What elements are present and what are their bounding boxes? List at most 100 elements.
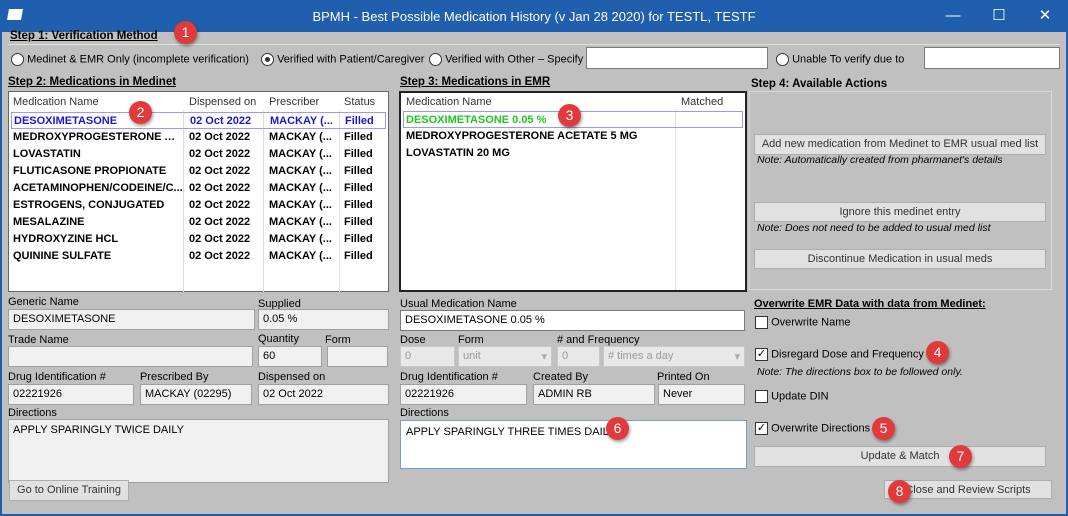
ignore-note: Note: Does not need to be added to usual… [757,222,991,234]
status: Filled [345,115,374,127]
radio-icon[interactable] [776,53,789,66]
emr-directions-input[interactable]: APPLY SPARINGLY THREE TIMES DAILY [400,420,747,469]
step3-heading: Step 3: Medications in EMR [400,76,551,88]
medinet-row[interactable]: ACETAMINOPHEN/CODEINE/C... 02 Oct 2022 MAC… [11,180,386,197]
radio-unable-verify[interactable]: Unable To verify due to [776,53,904,66]
disregard-dose-checkbox[interactable]: ✓ Disregard Dose and Frequency [755,348,924,361]
medinet-row[interactable]: FLUTICASONE PROPIONATE 02 Oct 2022 MACKAY … [11,163,386,180]
trade-name-field [8,346,253,367]
prescriber: MACKAY (... [269,148,332,160]
checkbox-label: Update DIN [771,390,829,403]
medinet-row[interactable]: ESTROGENS, CONJUGATED 02 Oct 2022 MACKAY (… [11,197,386,214]
usual-med-name-input[interactable]: DESOXIMETASONE 0.05 % [400,310,745,331]
status: Filled [344,199,373,211]
prescriber: MACKAY (... [269,216,332,228]
emr-din-field: 02221926 [400,384,527,405]
frequency-number-input[interactable]: 0 [557,346,600,367]
checkmark-icon[interactable]: ✓ [755,422,768,435]
checkbox-icon[interactable] [755,316,768,329]
radio-medinet-emr-only[interactable]: Medinet & EMR Only (incomplete verificat… [11,53,249,66]
medinet-row[interactable]: HYDROXYZINE HCL 02 Oct 2022 MACKAY (... Fil… [11,231,386,248]
checkbox-label: Overwrite Directions [771,422,871,435]
dispensed-date: 02 Oct 2022 [190,115,252,127]
unable-verify-input[interactable] [924,47,1060,69]
radio-verified-patient[interactable]: Verified with Patient/Caregiver [261,53,424,66]
radio-icon[interactable] [11,53,24,66]
prescriber: MACKAY (... [269,199,332,211]
medinet-row[interactable]: MEDROXYPROGESTERONE AC... 02 Oct 2022 MACK… [11,129,386,146]
radio-verified-other[interactable]: Verified with Other – Specify [429,53,583,66]
prescriber: MACKAY (... [269,233,332,245]
frequency-label: # and Frequency [557,334,640,346]
column-header-matched[interactable]: Matched [681,96,723,108]
add-medication-button[interactable]: Add new medication from Medinet to EMR u… [754,134,1046,155]
form-field [327,346,388,367]
checkbox-label: Overwrite Name [771,316,851,329]
maximize-button[interactable]: ☐ [976,0,1022,32]
medinet-medication-list[interactable]: Medication Name Dispensed on Prescriber … [8,91,389,292]
generic-name-label: Generic Name [8,296,79,308]
overwrite-name-checkbox[interactable]: Overwrite Name [755,316,851,329]
radio-icon[interactable] [261,53,274,66]
emr-form-label: Form [458,334,484,346]
discontinue-button[interactable]: Discontinue Medication in usual meds [754,249,1046,269]
emr-row[interactable]: LOVASTATIN 20 MG [403,145,743,162]
frequency-select[interactable]: # times a day [603,346,745,367]
verified-other-input[interactable] [586,47,768,69]
online-training-button[interactable]: Go to Online Training [9,480,129,501]
din-field: 02221926 [8,384,134,405]
annotation-badge: 7 [949,445,972,468]
directions-label: Directions [8,407,57,419]
column-header-dispensed[interactable]: Dispensed on [189,96,256,108]
annotation-badge: 5 [872,417,895,440]
checkmark-icon[interactable]: ✓ [755,348,768,361]
status: Filled [344,250,373,262]
dispensed-date: 02 Oct 2022 [189,131,251,143]
title-bar: BPMH - Best Possible Medication History … [0,0,1068,32]
overwrite-directions-checkbox[interactable]: ✓ Overwrite Directions [755,422,870,435]
emr-din-label: Drug Identification # [400,371,498,383]
dispensed-date: 02 Oct 2022 [189,233,251,245]
checkbox-icon[interactable] [755,390,768,403]
medication-name: MESALAZINE [13,216,85,228]
status: Filled [344,165,373,177]
minimize-button[interactable]: — [930,0,976,32]
printed-on-field: Never [658,384,745,405]
update-din-checkbox[interactable]: Update DIN [755,390,829,403]
prescriber: MACKAY (... [269,131,332,143]
medinet-row[interactable]: LOVASTATIN 02 Oct 2022 MACKAY (... Filled [11,146,386,163]
medication-name: ACETAMINOPHEN/CODEINE/C... [13,182,183,194]
status: Filled [344,233,373,245]
dispensed-on-field: 02 Oct 2022 [258,384,389,405]
add-note: Note: Automatically created from pharman… [757,154,1003,166]
dose-input[interactable]: 0 [400,346,455,367]
dispensed-date: 02 Oct 2022 [189,182,251,194]
close-button[interactable]: ✕ [1022,0,1068,32]
printed-on-label: Printed On [657,371,710,383]
column-header-prescriber[interactable]: Prescriber [269,96,319,108]
annotation-badge: 2 [129,101,152,124]
status: Filled [344,131,373,143]
medinet-row[interactable]: DESOXIMETASONE 02 Oct 2022 MACKAY (... Fill… [11,112,386,129]
column-header-status[interactable]: Status [344,96,375,108]
update-match-button[interactable]: Update & Match [754,446,1046,467]
medinet-row[interactable]: QUININE SULFATE 02 Oct 2022 MACKAY (... Fil… [11,248,386,265]
emr-directions-label: Directions [400,407,449,419]
medication-name: MEDROXYPROGESTERONE ACETATE 5 MG [406,130,638,142]
radio-label: Unable To verify due to [792,53,905,66]
form-select[interactable]: unit [458,346,552,367]
dispensed-on-label: Dispensed on [258,371,326,383]
prescriber: MACKAY (... [270,115,333,127]
trade-name-label: Trade Name [8,334,69,346]
medinet-row[interactable]: MESALAZINE 02 Oct 2022 MACKAY (... Filled [11,214,386,231]
checkbox-label: Disregard Dose and Frequency [771,348,924,361]
dispensed-date: 02 Oct 2022 [189,250,251,262]
radio-label: Verified with Patient/Caregiver [277,53,425,66]
emr-row[interactable]: MEDROXYPROGESTERONE ACETATE 5 MG [403,128,743,145]
medinet-directions-field: APPLY SPARINGLY TWICE DAILY [8,419,389,483]
column-header-name[interactable]: Medication Name [406,96,492,108]
column-header-name[interactable]: Medication Name [13,96,99,108]
ignore-entry-button[interactable]: Ignore this medinet entry [754,202,1046,222]
radio-icon[interactable] [429,53,442,66]
dose-label: Dose [400,334,426,346]
